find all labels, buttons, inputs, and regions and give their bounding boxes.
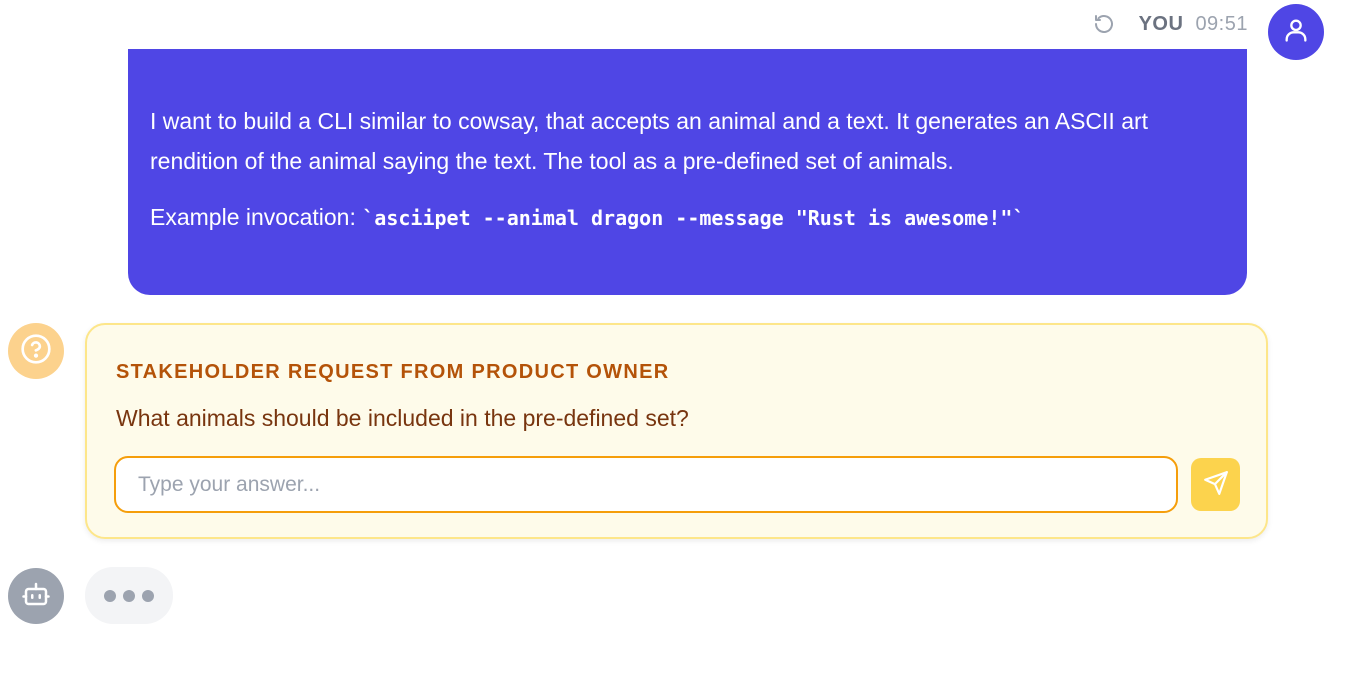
user-message-bubble: I want to build a CLI similar to cowsay,…: [128, 49, 1247, 295]
request-title: STAKEHOLDER REQUEST FROM PRODUCT OWNER: [116, 361, 670, 383]
user-icon: [1282, 16, 1310, 49]
typing-dot: [142, 589, 154, 602]
question-avatar: [8, 323, 64, 379]
question-circle-icon: [20, 333, 52, 370]
user-message-header: YOU 09:51: [1091, 10, 1248, 38]
message-timestamp: 09:51: [1195, 12, 1248, 35]
stakeholder-request-card: STAKEHOLDER REQUEST FROM PRODUCT OWNER W…: [85, 323, 1268, 539]
send-icon: [1203, 470, 1229, 499]
robot-icon: [21, 579, 51, 614]
typing-indicator: [85, 567, 173, 624]
typing-dot: [104, 589, 116, 602]
bot-avatar: [8, 568, 64, 624]
typing-dot: [123, 589, 135, 602]
user-message-text: I want to build a CLI similar to cowsay,…: [150, 108, 1149, 174]
request-question: What animals should be included in the p…: [116, 405, 689, 431]
answer-input[interactable]: [114, 456, 1178, 513]
chat-page: YOU 09:51 I want to build a CLI similar …: [0, 0, 1346, 682]
message-author: YOU: [1138, 12, 1184, 35]
retry-icon[interactable]: [1091, 11, 1117, 37]
example-prefix: Example invocation:: [150, 204, 363, 230]
example-code: `asciipet --animal dragon --message "Rus…: [362, 206, 1025, 230]
send-button[interactable]: [1191, 458, 1240, 511]
user-avatar: [1268, 4, 1324, 60]
example-invocation: Example invocation: `asciipet --animal d…: [150, 197, 1225, 238]
